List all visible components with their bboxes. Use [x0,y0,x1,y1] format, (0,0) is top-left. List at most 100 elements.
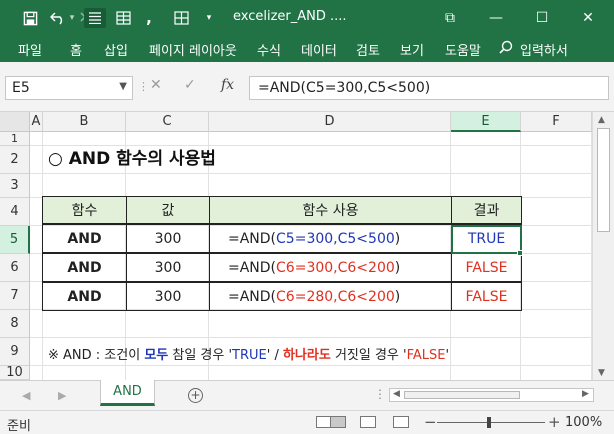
formula-prefix: =AND( [228,230,277,247]
cell-formula[interactable]: =AND(C5=300,C5<500) [209,224,452,253]
cell-value[interactable]: 300 [126,282,210,311]
vertical-scrollbar[interactable]: ▲ ▼ [592,112,614,380]
cell-value[interactable]: 300 [126,253,210,282]
table-row: AND 300 =AND(C5=300,C5<500) TRUE [42,224,522,253]
tab-file[interactable]: 파일 [18,40,42,59]
customize-icon[interactable]: ▾ [204,8,214,28]
touch-mode-icon[interactable] [84,8,106,28]
tab-help[interactable]: 도움말 [445,40,481,59]
column-header-e[interactable]: E [451,112,521,132]
formula-prefix: =AND( [228,259,277,276]
fill-handle[interactable] [517,250,523,256]
row-header-9[interactable]: 9 [0,338,30,366]
comma-icon[interactable]: , [144,8,154,28]
undo-icon[interactable] [48,8,68,28]
horizontal-scroll-thumb[interactable] [404,391,520,399]
status-ready: 준비 [7,419,31,434]
scroll-right-icon[interactable]: ▶ [582,389,589,399]
cell-formula[interactable]: =AND(C6=280,C6<200) [209,282,452,311]
scroll-up-icon[interactable]: ▲ [598,115,605,125]
zoom-slider[interactable] [437,422,545,423]
prev-sheet-icon[interactable]: ◀ [22,389,30,402]
formula-arg: C6=280 [276,288,334,305]
formula-input[interactable]: =AND(C5=300,C5<500) [249,76,609,100]
zoom-in-button[interactable]: + [548,413,561,431]
column-header-c[interactable]: C [126,112,209,132]
enter-icon[interactable]: ✓ [184,77,196,93]
page-break-view-icon[interactable] [393,416,409,428]
vertical-scroll-thumb[interactable] [597,128,610,232]
formula-arg: C6=300 [276,259,334,276]
tab-view[interactable]: 보기 [400,40,424,59]
formula-bar: E5 ▼ ⋮ ✕ ✓ fx =AND(C5=300,C5<500) [0,62,614,112]
tab-insert[interactable]: 삽입 [104,40,128,59]
cell-function[interactable]: AND [42,253,127,282]
select-all-corner[interactable] [0,112,30,132]
cell-result[interactable]: FALSE [451,282,522,311]
formula-arg: C6<200 [337,259,395,276]
maximize-button[interactable]: ☐ [519,0,565,36]
table-row: AND 300 =AND(C6=300,C6<200) FALSE [42,253,522,282]
row-header-10[interactable]: 10 [0,366,30,380]
minimize-button[interactable]: — [473,0,519,36]
tab-review[interactable]: 검토 [356,40,380,59]
border-icon[interactable] [172,8,190,28]
formula-bar-splitter-icon[interactable]: ⋮ [138,80,149,93]
header-value[interactable]: 값 [126,196,210,224]
tell-me-search[interactable]: 입력하서 [520,40,568,59]
insert-function-button[interactable]: fx [221,77,234,93]
tab-formulas[interactable]: 수식 [257,40,281,59]
chevron-down-icon[interactable]: ▼ [119,81,127,92]
close-button[interactable]: ✕ [565,0,611,36]
restore-ribbon-icon[interactable]: ⧉ [427,0,473,36]
tab-data[interactable]: 데이터 [301,40,337,59]
table-row: AND 300 =AND(C6=280,C6<200) FALSE [42,282,522,311]
page-layout-view-icon[interactable] [360,416,376,428]
next-sheet-icon[interactable]: ▶ [58,389,66,402]
column-header-b[interactable]: B [43,112,126,132]
tab-splitter-icon[interactable]: ⋮ [374,387,386,401]
cancel-icon[interactable]: ✕ [150,77,162,93]
zoom-out-button[interactable]: − [424,413,437,431]
header-usage[interactable]: 함수 사용 [209,196,452,224]
row-header-4[interactable]: 4 [0,198,30,226]
window-title: excelizer_AND .... [233,9,347,24]
row-header-1[interactable]: 1 [0,132,30,146]
scroll-down-icon[interactable]: ▼ [598,368,605,378]
undo-dropdown-icon[interactable]: ▾ [68,8,76,28]
tab-page-layout[interactable]: 페이지 레이아웃 [149,40,237,59]
row-header-2[interactable]: 2 [0,146,30,174]
zoom-level[interactable]: 100% [565,415,602,430]
add-sheet-button[interactable]: + [188,388,203,403]
row-header-6[interactable]: 6 [0,254,30,282]
zoom-slider-handle[interactable] [487,417,491,428]
column-header-a[interactable]: A [30,112,43,132]
normal-view-icon[interactable] [330,416,346,428]
note-text: ※ AND : 조건이 모두 참일 경우 'TRUE' / 하나라도 거짓일 경… [48,348,450,363]
column-header-d[interactable]: D [209,112,451,132]
scroll-left-icon[interactable]: ◀ [393,389,400,399]
table-icon[interactable] [114,8,132,28]
cell-value[interactable]: 300 [126,224,210,253]
header-function[interactable]: 함수 [42,196,127,224]
row-header-5[interactable]: 5 [0,226,30,254]
cell-result[interactable]: TRUE [451,224,522,253]
cell-formula[interactable]: =AND(C6=300,C6<200) [209,253,452,282]
save-icon[interactable] [20,8,40,28]
column-header-f[interactable]: F [521,112,592,132]
cell-function[interactable]: AND [42,224,127,253]
cell-function[interactable]: AND [42,282,127,311]
tab-home[interactable]: 홈 [70,40,82,59]
search-icon[interactable] [499,40,513,58]
table-header-row: 함수 값 함수 사용 결과 [42,196,522,224]
and-function-table: 함수 값 함수 사용 결과 AND 300 =AND(C5=300,C5<500… [42,196,522,311]
formula-prefix: =AND( [228,288,277,305]
cell-result[interactable]: FALSE [451,253,522,282]
name-box[interactable]: E5 ▼ [5,76,133,100]
header-result[interactable]: 결과 [451,196,522,224]
sheet-tab-and[interactable]: AND [100,380,155,406]
horizontal-scrollbar[interactable]: ◀ ▶ [389,388,594,402]
row-header-7[interactable]: 7 [0,282,30,310]
row-header-3[interactable]: 3 [0,174,30,198]
row-header-8[interactable]: 8 [0,310,30,338]
